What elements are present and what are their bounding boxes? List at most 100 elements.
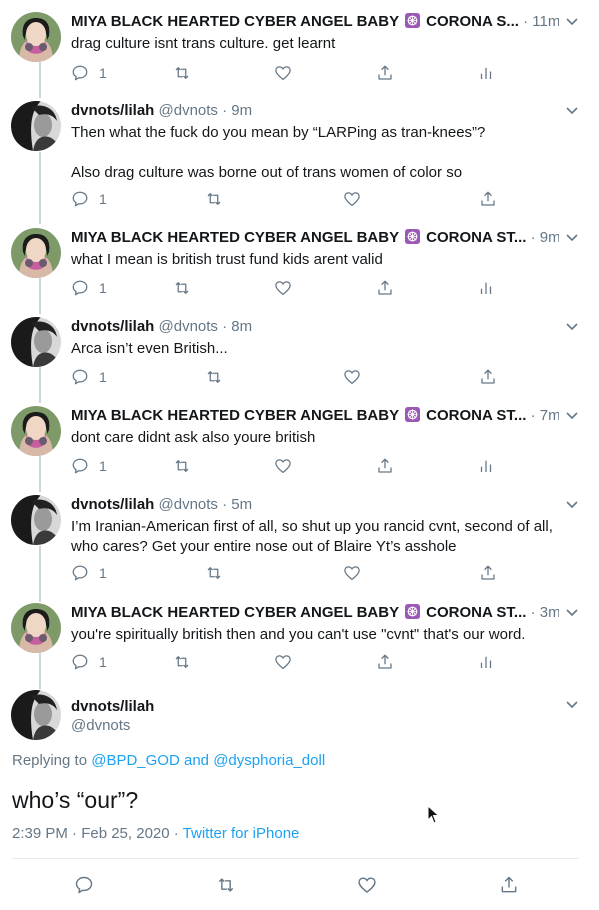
mention-link[interactable]: @dysphoria_doll — [213, 752, 325, 769]
chevron-down-icon[interactable] — [565, 498, 579, 512]
reply-button[interactable]: 1 — [71, 367, 107, 387]
avatar[interactable] — [11, 101, 61, 151]
mention-link[interactable]: @BPD_GOD — [91, 752, 180, 769]
like-button[interactable] — [343, 189, 361, 209]
divider — [12, 858, 579, 859]
tweet-text: drag culture isnt trans culture. get lea… — [71, 35, 336, 52]
chevron-down-icon[interactable] — [565, 104, 579, 118]
retweet-button[interactable] — [205, 563, 223, 583]
share-button[interactable] — [376, 63, 394, 83]
action-bar: 1 — [71, 367, 501, 387]
author-name-suffix[interactable]: CORONA S... — [422, 13, 519, 30]
retweet-icon — [175, 282, 189, 294]
chevron-down-icon[interactable] — [565, 15, 579, 29]
retweet-button[interactable] — [173, 63, 191, 83]
dharma-wheel-icon — [404, 604, 420, 619]
chevron-down-icon[interactable] — [565, 320, 579, 334]
author-name-suffix[interactable]: CORONA ST... — [422, 407, 526, 424]
action-bar: 1 — [71, 63, 501, 83]
reply-button[interactable]: 1 — [71, 563, 107, 583]
thread-line — [39, 653, 41, 689]
tweet-header: MIYA BLACK HEARTED CYBER ANGEL BABY CORO… — [71, 406, 559, 426]
heart-icon — [344, 566, 360, 581]
retweet-button[interactable] — [205, 367, 223, 387]
share-button[interactable] — [376, 652, 394, 672]
tweet-time[interactable]: · 8m — [222, 318, 252, 335]
action-bar: 1 — [71, 652, 501, 672]
author-name[interactable]: dvnots/lilah — [71, 318, 154, 335]
analytics-button[interactable] — [477, 456, 495, 476]
replying-prefix: Replying to — [12, 752, 92, 769]
avatar[interactable] — [11, 690, 61, 740]
tweet-header: MIYA BLACK HEARTED CYBER ANGEL BABY CORO… — [71, 228, 559, 248]
analytics-button[interactable] — [477, 652, 495, 672]
author-name-suffix[interactable]: CORONA ST... — [422, 229, 526, 246]
analytics-button[interactable] — [477, 278, 495, 298]
avatar[interactable] — [11, 228, 61, 278]
tweet-source[interactable]: Twitter for iPhone — [183, 825, 300, 842]
author-name[interactable]: dvnots/lilah — [71, 102, 154, 119]
heart-icon — [275, 281, 291, 296]
author-name[interactable]: dvnots/lilah — [71, 496, 154, 513]
share-button[interactable] — [499, 875, 519, 895]
retweet-button[interactable] — [205, 189, 223, 209]
avatar[interactable] — [11, 406, 61, 456]
action-bar: 1 — [71, 278, 501, 298]
tweet-time[interactable]: · 3m — [531, 604, 559, 621]
reply-count: 1 — [99, 65, 107, 81]
reply-button[interactable]: 1 — [71, 278, 107, 298]
tweet-time[interactable]: · 11m — [523, 13, 559, 30]
thread-line — [39, 62, 41, 98]
reply-icon — [72, 280, 88, 296]
share-button[interactable] — [479, 189, 497, 209]
author-name[interactable]: MIYA BLACK HEARTED CYBER ANGEL BABY — [71, 604, 403, 621]
heart-icon — [358, 877, 376, 893]
chevron-down-icon[interactable] — [565, 606, 579, 620]
tweet-time[interactable]: · 9m — [531, 229, 559, 246]
like-button[interactable] — [343, 367, 361, 387]
reply-button[interactable] — [74, 875, 94, 895]
reply-button[interactable]: 1 — [71, 456, 107, 476]
tweet-text: dont care didnt ask also youre british — [71, 429, 316, 446]
reply-button[interactable]: 1 — [71, 189, 107, 209]
author-handle[interactable]: @dvnots — [71, 716, 130, 736]
author-name[interactable]: MIYA BLACK HEARTED CYBER ANGEL BABY — [71, 407, 403, 424]
tweet-timestamp[interactable]: 2:39 PM · Feb 25, 2020 · — [12, 825, 183, 842]
author-handle[interactable]: @dvnots — [159, 318, 218, 335]
share-button[interactable] — [376, 456, 394, 476]
retweet-button[interactable] — [173, 278, 191, 298]
like-button[interactable] — [274, 456, 292, 476]
tweet-time[interactable]: · 7m — [531, 407, 559, 424]
share-button[interactable] — [479, 563, 497, 583]
retweet-button[interactable] — [173, 652, 191, 672]
avatar[interactable] — [11, 12, 61, 62]
reply-button[interactable]: 1 — [71, 63, 107, 83]
like-button[interactable] — [274, 652, 292, 672]
retweet-button[interactable] — [173, 456, 191, 476]
like-button[interactable] — [357, 875, 377, 895]
like-button[interactable] — [274, 63, 292, 83]
author-name[interactable]: MIYA BLACK HEARTED CYBER ANGEL BABY — [71, 13, 403, 30]
author-handle[interactable]: @dvnots — [159, 102, 218, 119]
like-button[interactable] — [343, 563, 361, 583]
chevron-down-icon[interactable] — [565, 231, 579, 245]
avatar[interactable] — [11, 495, 61, 545]
avatar[interactable] — [11, 603, 61, 653]
reply-button[interactable]: 1 — [71, 652, 107, 672]
share-icon — [378, 65, 392, 80]
share-button[interactable] — [479, 367, 497, 387]
author-handle[interactable]: @dvnots — [159, 496, 218, 513]
chevron-down-icon[interactable] — [565, 409, 579, 423]
retweet-button[interactable] — [216, 875, 236, 895]
avatar[interactable] — [11, 317, 61, 367]
share-button[interactable] — [376, 278, 394, 298]
tweet-time[interactable]: · 9m — [222, 102, 252, 119]
author-name[interactable]: MIYA BLACK HEARTED CYBER ANGEL BABY — [71, 229, 403, 246]
analytics-button[interactable] — [477, 63, 495, 83]
author-name[interactable]: dvnots/lilah — [71, 697, 154, 717]
reply-count: 1 — [99, 369, 107, 385]
tweet-time[interactable]: · 5m — [222, 496, 252, 513]
author-name-suffix[interactable]: CORONA ST... — [422, 604, 526, 621]
like-button[interactable] — [274, 278, 292, 298]
chevron-down-icon[interactable] — [565, 698, 579, 712]
